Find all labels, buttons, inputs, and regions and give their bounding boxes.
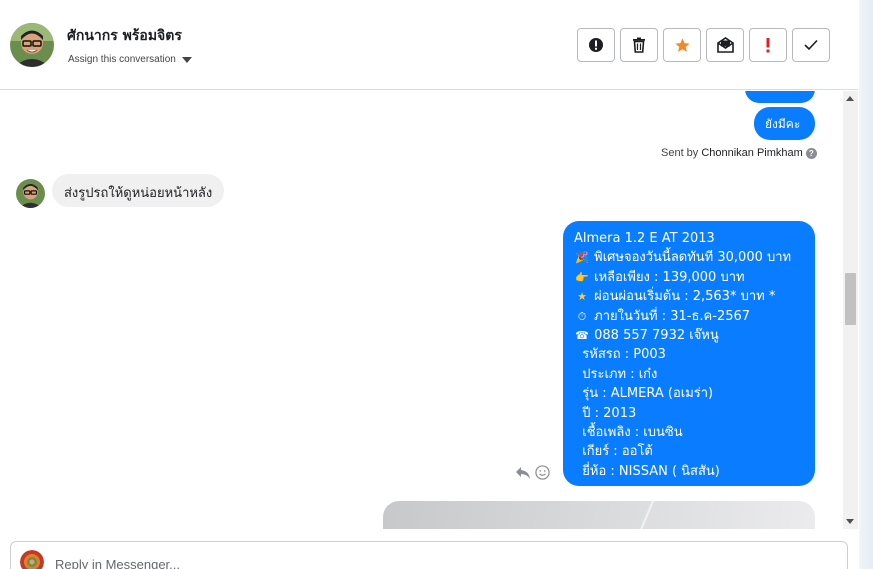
image-attachment[interactable] xyxy=(383,501,815,529)
listing-line: Almera 1.2 E AT 2013 xyxy=(574,231,715,246)
assign-label: Assign this conversation xyxy=(68,54,176,65)
reply-input[interactable] xyxy=(55,554,755,569)
telephone-icon: ☎ xyxy=(575,329,589,343)
message-actions xyxy=(515,465,550,480)
check-icon xyxy=(804,39,818,51)
message-text: ยังมีคะ xyxy=(765,117,801,131)
incoming-message[interactable]: ส่งรูปรถให้ดูหน่อยหน้าหลัง xyxy=(52,174,225,207)
sent-by-label: Sent by Chonnikan Pimkham ? xyxy=(661,147,817,159)
contact-avatar-small xyxy=(16,179,45,208)
sent-by-prefix: Sent by xyxy=(661,147,699,159)
listing-line: 🎉 พิเศษจองวันนี้ลดทันที 30,000 บาท xyxy=(574,248,804,267)
outgoing-message-car-listing[interactable]: Almera 1.2 E AT 2013 🎉 พิเศษจองวันนี้ลดท… xyxy=(563,221,815,486)
contact-avatar[interactable] xyxy=(10,23,54,67)
contact-name: ศักนากร พร้อมจิตร xyxy=(67,28,182,44)
messenger-icon xyxy=(20,550,44,569)
listing-line: 👉 เหลือเพียง : 139,000 บาท xyxy=(574,268,804,287)
reply-icon[interactable] xyxy=(515,466,531,480)
envelope-icon xyxy=(716,37,734,53)
trash-icon xyxy=(633,37,645,53)
message-thread[interactable]: ยังมีคะ Sent by Chonnikan Pimkham ? ส่งร… xyxy=(0,91,843,529)
help-icon[interactable]: ? xyxy=(805,147,817,159)
star-icon: ★ xyxy=(577,290,587,304)
message-text: ส่งรูปรถให้ดูหน่อยหน้าหลัง xyxy=(64,186,213,201)
sent-by-name: Chonnikan Pimkham xyxy=(701,147,803,159)
react-smiley-icon[interactable] xyxy=(535,465,550,480)
exclamation-icon xyxy=(766,38,770,53)
listing-line: รหัสรถ : P003 xyxy=(582,347,666,363)
scroll-down-arrow-icon[interactable] xyxy=(846,519,854,524)
pointing-hand-icon: 👉 xyxy=(575,270,589,284)
caret-down-icon xyxy=(181,57,192,63)
mark-spam-button[interactable] xyxy=(577,28,615,62)
stopwatch-icon: ⏱ xyxy=(577,309,587,323)
listing-line: รุ่น : ALMERA (อเมร่า) xyxy=(582,386,714,402)
star-button[interactable] xyxy=(663,28,701,62)
thread-scrollbar[interactable] xyxy=(843,91,858,529)
conversation-header: ศักนากร พร้อมจิตร Assign this conversati… xyxy=(0,0,858,90)
reply-composer xyxy=(10,541,848,569)
scroll-up-arrow-icon[interactable] xyxy=(846,96,854,101)
delete-button[interactable] xyxy=(620,28,658,62)
alert-circle-icon xyxy=(589,38,603,52)
scroll-thumb[interactable] xyxy=(845,273,856,325)
outgoing-message-partial[interactable] xyxy=(745,91,815,103)
listing-line: เชื้อเพลิง : เบนซิน xyxy=(582,425,683,441)
party-popper-icon: 🎉 xyxy=(575,251,589,265)
listing-line: ประเภท : เก๋ง xyxy=(582,366,658,382)
listing-line: ปี : 2013 xyxy=(582,405,637,421)
listing-line: เกียร์ : ออโต้ xyxy=(582,444,653,460)
assign-conversation-dropdown[interactable]: Assign this conversation xyxy=(68,54,192,65)
listing-line: ☎ 088 557 7932 เจ๊หนู xyxy=(574,326,804,345)
listing-line: ★ ผ่อนผ่อนเริ่มต้น : 2,563* บาท * xyxy=(574,287,804,306)
messenger-conversation: ศักนากร พร้อมจิตร Assign this conversati… xyxy=(0,0,873,569)
mark-unread-button[interactable] xyxy=(706,28,744,62)
conversation-toolbar xyxy=(577,28,830,62)
mark-done-button[interactable] xyxy=(792,28,830,62)
window-edge xyxy=(859,0,873,569)
listing-line: ยี่ห้อ : NISSAN ( นิสสัน) xyxy=(582,463,720,479)
outgoing-message[interactable]: ยังมีคะ xyxy=(754,107,815,140)
star-icon xyxy=(674,37,690,52)
listing-line: ⏱ ภายในวันที่ : 31-ธ.ค-2567 xyxy=(574,307,804,326)
follow-up-button[interactable] xyxy=(749,28,787,62)
